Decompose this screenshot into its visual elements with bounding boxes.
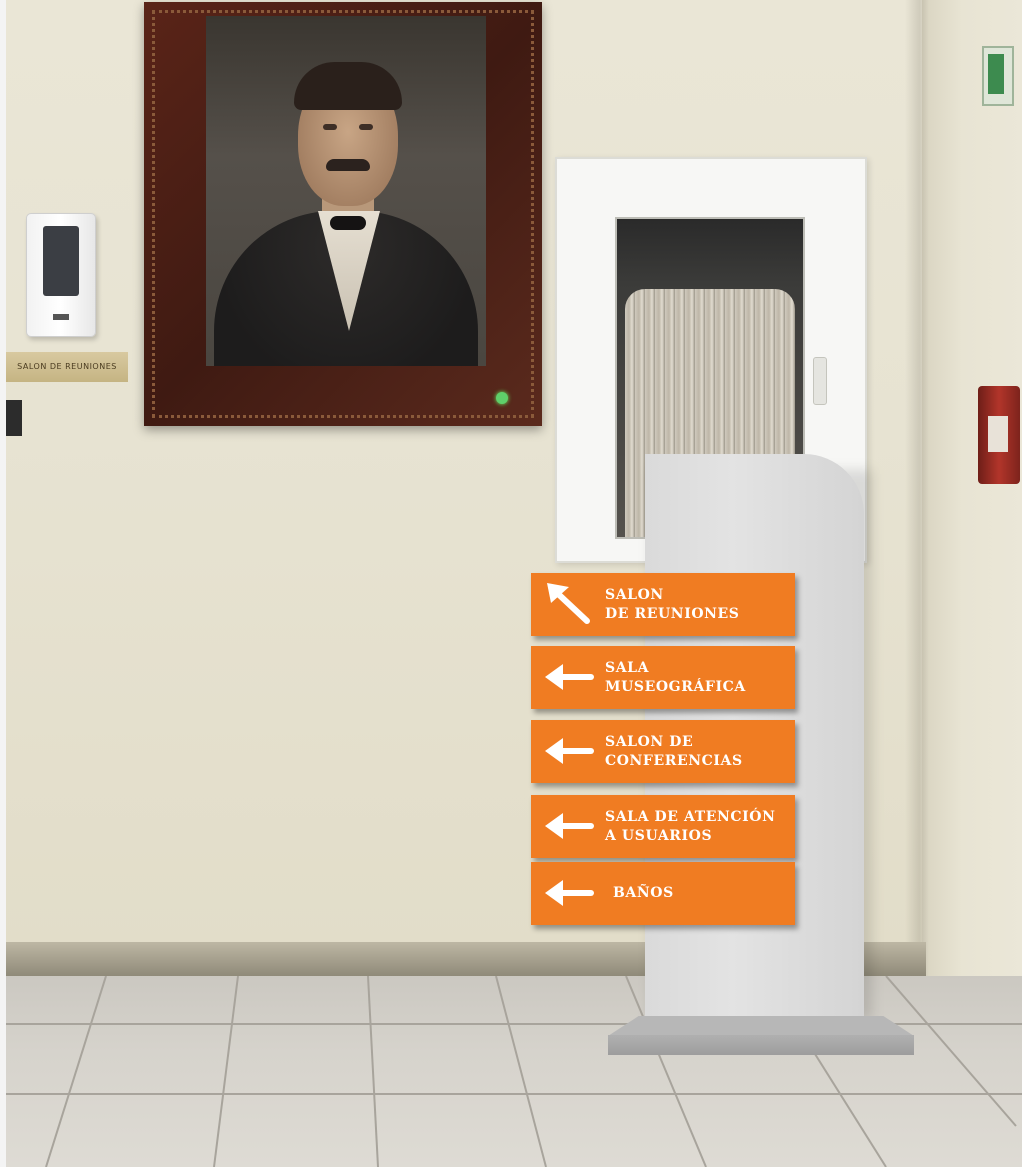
arrow-left-icon (545, 880, 594, 906)
dispenser-window (43, 226, 79, 296)
wall-switch (6, 400, 22, 436)
scene: SALON DE REUNIONES SALON DE REUNIONES SA… (0, 0, 1022, 1167)
sign-label: SALON DE CONFERENCIAS (605, 733, 743, 769)
sign-salon-de-conferencias: SALON DE CONFERENCIAS (531, 720, 795, 783)
portrait-eye-right (359, 124, 373, 130)
exit-sign (982, 46, 1014, 106)
sign-label: SALA DE ATENCIÓN A USUARIOS (605, 808, 776, 844)
arrow-left-icon (545, 813, 594, 839)
sign-label: SALA MUSEOGRÁFICA (605, 659, 746, 695)
side-wall (922, 0, 1022, 1060)
totem-base-top (608, 1016, 914, 1036)
arrow-left-icon (545, 664, 594, 690)
sign-salon-de-reuniones: SALON DE REUNIONES (531, 573, 795, 636)
portrait-painting (206, 16, 486, 366)
arrow-up-left-icon (547, 583, 590, 624)
sign-label: BAÑOS (613, 885, 674, 901)
sign-label: SALON DE REUNIONES (605, 586, 740, 622)
sign-sala-de-atencion: SALA DE ATENCIÓN A USUARIOS (531, 795, 795, 858)
wall-plaque: SALON DE REUNIONES (6, 352, 128, 382)
totem-base-front (608, 1035, 914, 1055)
green-dot-icon (496, 392, 508, 404)
sign-sala-museografica: SALA MUSEOGRÁFICA (531, 646, 795, 709)
fire-alarm-icon (978, 386, 1020, 484)
portrait-hair (294, 62, 402, 110)
arrow-left-icon (545, 738, 594, 764)
sign-banos: BAÑOS (531, 862, 795, 925)
portrait-eye-left (323, 124, 337, 130)
wall-corner (905, 0, 929, 990)
wall-dispenser (26, 213, 96, 337)
portrait-mustache (326, 159, 370, 171)
portrait-frame (144, 2, 542, 426)
cabinet-handle (813, 357, 827, 405)
dispenser-slot (53, 314, 69, 320)
portrait-bow-tie (330, 216, 366, 230)
